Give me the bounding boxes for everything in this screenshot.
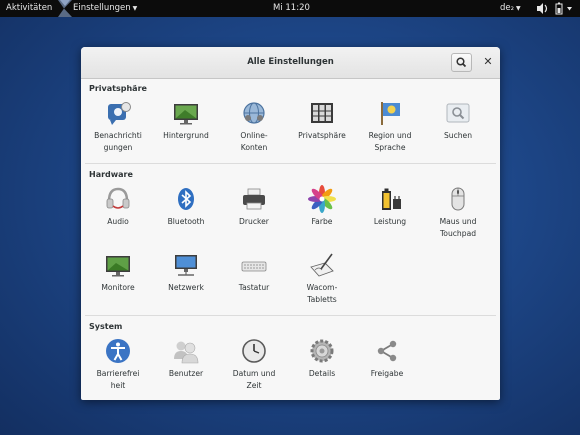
battery-icon xyxy=(555,2,563,15)
close-icon: ✕ xyxy=(483,55,493,68)
section-title-hardware: Hardware xyxy=(89,170,133,179)
sharing-icon xyxy=(377,340,397,362)
panel-label: Details xyxy=(308,369,336,378)
bluetooth-icon xyxy=(178,188,194,210)
panel-displays[interactable]: Monitore xyxy=(84,251,152,294)
panel-wacom[interactable]: Wacom- Tabletts xyxy=(288,251,356,306)
panel-label: Monitore xyxy=(101,283,135,292)
section-divider xyxy=(85,163,496,164)
panel-label: Hintergrund xyxy=(163,131,209,140)
panel-label: Suchen xyxy=(443,131,473,140)
app-menu-label: Einstellungen xyxy=(73,3,131,13)
printer-icon xyxy=(243,188,265,210)
search-button[interactable] xyxy=(451,53,472,72)
panel-label: Wacom- Tabletts xyxy=(306,283,338,304)
section-title-system: System xyxy=(89,322,123,331)
search-icon xyxy=(456,57,467,68)
background-icon xyxy=(174,104,198,125)
privacy-icon xyxy=(311,103,333,123)
panel-label: Benutzer xyxy=(168,369,204,378)
panel-online-accounts[interactable]: Online- Konten xyxy=(220,99,288,154)
header-bar: Alle Einstellungen ✕ xyxy=(81,47,500,79)
online-accounts-icon xyxy=(243,102,265,124)
section-title-privacy: Privatsphäre xyxy=(89,84,147,93)
panel-label: Datum und Zeit xyxy=(232,369,276,390)
panel-date-time[interactable]: Datum und Zeit xyxy=(220,337,288,392)
wacom-icon xyxy=(310,253,334,277)
panel-label: Netzwerk xyxy=(168,283,204,292)
panel-label: Bluetooth xyxy=(167,217,205,226)
panel-background[interactable]: Hintergrund xyxy=(152,99,220,142)
panel-audio[interactable]: Audio xyxy=(84,185,152,228)
panel-label: Freigabe xyxy=(370,369,404,378)
date-time-icon xyxy=(242,339,266,363)
panel-label: Leistung xyxy=(373,217,407,226)
panel-mouse-touchpad[interactable]: Maus und Touchpad xyxy=(424,185,492,240)
settings-app-logo-icon xyxy=(58,0,72,17)
panel-power[interactable]: Leistung xyxy=(356,185,424,228)
color-icon xyxy=(308,185,336,213)
panel-label: Barrierefrei heit xyxy=(96,369,140,390)
panel-details[interactable]: Details xyxy=(288,337,356,380)
users-icon xyxy=(174,341,199,364)
region-language-icon xyxy=(381,102,400,125)
panel-label: Benachrichti gungen xyxy=(94,131,142,152)
mouse-icon xyxy=(451,187,465,211)
activities-button[interactable]: Aktivitäten xyxy=(6,3,52,13)
search-settings-icon xyxy=(446,103,470,123)
panel-region-language[interactable]: Region und Sprache xyxy=(356,99,424,154)
audio-icon xyxy=(106,187,130,209)
panel-privacy[interactable]: Privatsphäre xyxy=(288,99,356,142)
panel-printers[interactable]: Drucker xyxy=(220,185,288,228)
settings-window: Alle Einstellungen ✕ Privatsphäre Benach… xyxy=(81,47,500,400)
system-menu[interactable] xyxy=(536,2,576,18)
app-menu[interactable]: Einstellungen ▼ xyxy=(73,3,137,13)
window-title: Alle Einstellungen xyxy=(247,57,334,67)
panel-label: Tastatur xyxy=(238,283,270,292)
panel-label: Drucker xyxy=(239,217,269,226)
chevron-down-icon xyxy=(567,7,572,11)
chevron-down-icon: ▼ xyxy=(516,5,521,12)
top-bar: Aktivitäten Einstellungen ▼ Mi 11:20 de₂ ▼ xyxy=(0,0,580,17)
panel-bluetooth[interactable]: Bluetooth xyxy=(152,185,220,228)
panel-accessibility[interactable]: Barrierefrei heit xyxy=(84,337,152,392)
clock[interactable]: Mi 11:20 xyxy=(273,3,310,13)
chevron-down-icon: ▼ xyxy=(132,5,138,12)
panel-notifications[interactable]: Benachrichti gungen xyxy=(84,99,152,154)
section-divider xyxy=(85,315,496,316)
accessibility-icon xyxy=(106,339,130,363)
keyboard-layout-label: de₂ xyxy=(500,3,515,13)
keyboard-layout-indicator[interactable]: de₂ ▼ xyxy=(500,3,521,13)
panel-search[interactable]: Suchen xyxy=(424,99,492,142)
panel-color[interactable]: Farbe xyxy=(288,185,356,228)
notifications-icon xyxy=(108,102,131,125)
panel-users[interactable]: Benutzer xyxy=(152,337,220,380)
details-icon xyxy=(310,339,334,363)
display-icon xyxy=(106,256,130,277)
keyboard-icon xyxy=(241,261,267,272)
panel-label: Maus und Touchpad xyxy=(439,217,477,238)
panel-label: Audio xyxy=(107,217,129,226)
panel-label: Privatsphäre xyxy=(298,131,346,140)
volume-icon xyxy=(537,3,548,14)
power-icon xyxy=(382,188,401,210)
panel-label: Farbe xyxy=(311,217,333,226)
panel-keyboard[interactable]: Tastatur xyxy=(220,251,288,294)
panel-sharing[interactable]: Freigabe xyxy=(353,337,421,380)
panel-label: Region und Sprache xyxy=(368,131,412,152)
close-button[interactable]: ✕ xyxy=(481,55,495,69)
network-icon xyxy=(175,255,197,276)
panel-network[interactable]: Netzwerk xyxy=(152,251,220,294)
panel-label: Online- Konten xyxy=(240,131,268,152)
